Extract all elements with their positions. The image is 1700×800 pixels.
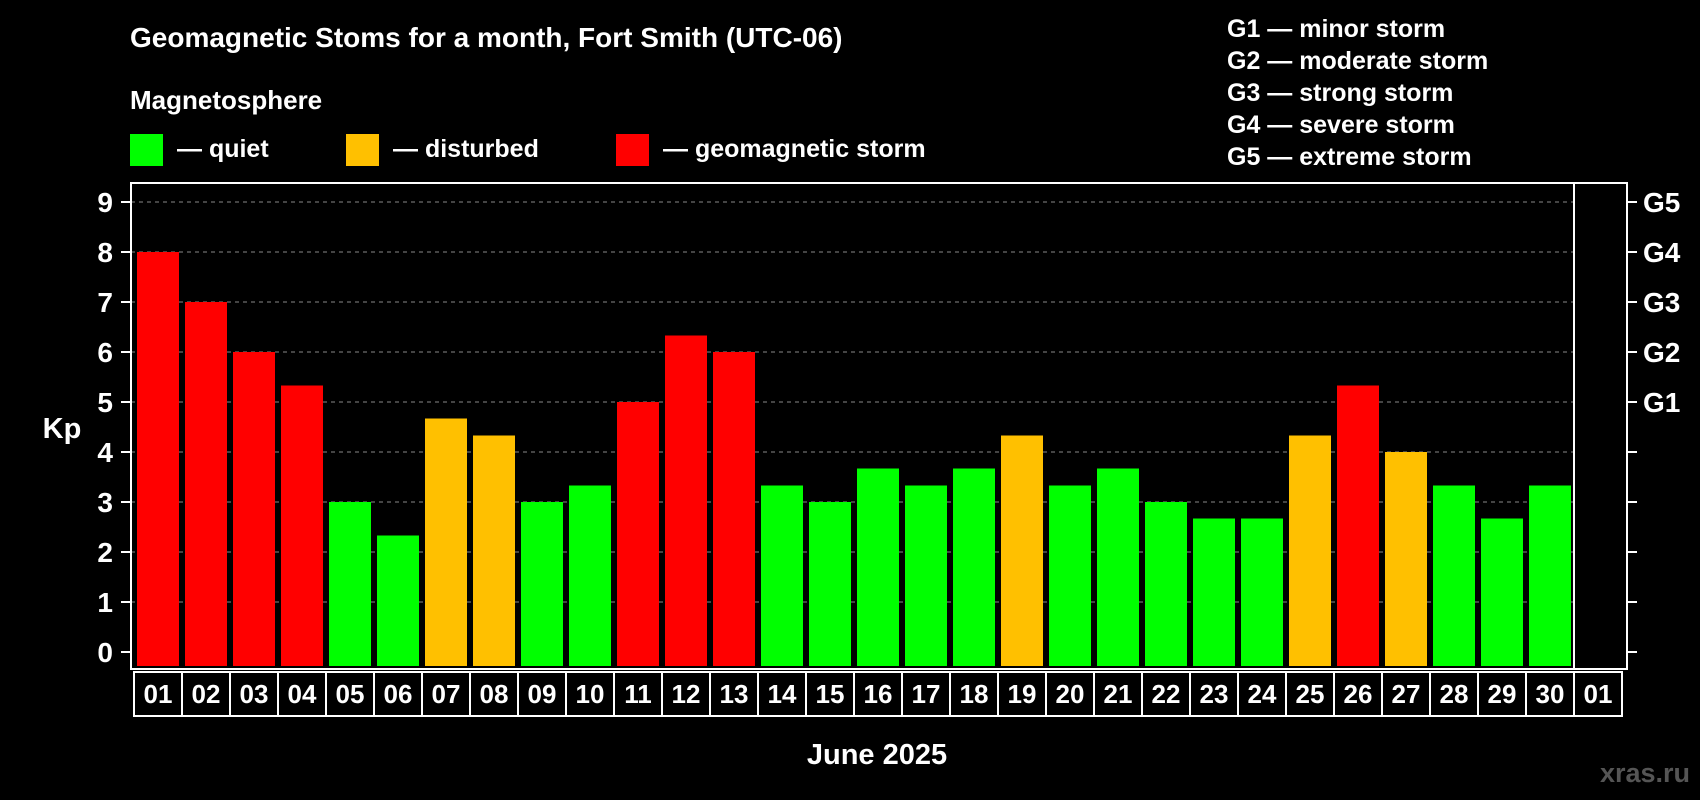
bar-quiet	[1193, 518, 1235, 666]
bar-disturbed	[425, 418, 467, 666]
bar-storm	[137, 252, 179, 666]
bar-storm	[233, 352, 275, 666]
x-tick-label: 03	[240, 679, 269, 709]
watermark: xras.ru	[1600, 758, 1690, 788]
x-tick-label: 27	[1392, 679, 1421, 709]
x-tick-label: 18	[960, 679, 989, 709]
x-axis: 01 02 03 04 05 06 07 08 09 10 11 12 13 14 15 16 17 18 19 20…	[133, 671, 1623, 717]
bar-disturbed	[473, 435, 515, 666]
right-axis-label: G3	[1643, 287, 1680, 318]
bar-storm	[617, 402, 659, 666]
bar-quiet	[1049, 485, 1091, 666]
y-tick-label: 0	[97, 637, 113, 668]
x-tick-label: 30	[1536, 679, 1565, 709]
bar-storm	[665, 335, 707, 666]
kp-chart: Geomagnetic Stoms for a month, Fort Smit…	[43, 15, 1690, 788]
x-tick-label: 01	[144, 679, 173, 709]
bar-quiet	[1097, 468, 1139, 666]
x-tick-label: 12	[672, 679, 701, 709]
x-tick-label: 02	[192, 679, 221, 709]
storm-scale-g1: G1 — minor storm	[1227, 15, 1445, 43]
bar-quiet	[761, 485, 803, 666]
x-tick-label: 26	[1344, 679, 1373, 709]
bar-storm	[713, 352, 755, 666]
x-tick-label: 25	[1296, 679, 1325, 709]
storm-scale-g5: G5 — extreme storm	[1227, 143, 1472, 171]
bar-quiet	[329, 502, 371, 666]
bar-disturbed	[1289, 435, 1331, 666]
bar-quiet	[905, 485, 947, 666]
y-tick-label: 6	[97, 337, 113, 368]
bar-quiet	[953, 468, 995, 666]
bar-storm	[185, 302, 227, 666]
x-tick-label: 28	[1440, 679, 1469, 709]
x-tick-label: 16	[864, 679, 893, 709]
x-tick-label: 22	[1152, 679, 1181, 709]
x-tick-label: 11	[624, 679, 652, 709]
legend: — quiet — disturbed — geomagnetic storm	[130, 134, 926, 166]
bars	[137, 252, 1571, 666]
x-tick-label: 29	[1488, 679, 1517, 709]
y-tick-label: 3	[97, 487, 113, 518]
bar-disturbed	[1001, 435, 1043, 666]
bar-quiet	[1481, 518, 1523, 666]
bar-quiet	[809, 502, 851, 666]
storm-scale-g3: G3 — strong storm	[1227, 79, 1453, 107]
bar-quiet	[377, 535, 419, 666]
bar-quiet	[1433, 485, 1475, 666]
y-tick-label: 2	[97, 537, 113, 568]
x-tick-label: 07	[432, 679, 461, 709]
right-axis-label: G4	[1643, 237, 1681, 268]
x-tick-label: 24	[1248, 679, 1277, 709]
bar-quiet	[1241, 518, 1283, 666]
chart-subtitle: Magnetosphere	[130, 85, 322, 115]
x-tick-label: 04	[288, 679, 317, 709]
x-tick-label: 05	[336, 679, 365, 709]
y-tick-label: 1	[97, 587, 113, 618]
legend-label-disturbed: — disturbed	[393, 135, 539, 163]
x-tick-label: 01	[1584, 679, 1613, 709]
y-tick-label: 7	[97, 287, 113, 318]
legend-swatch-disturbed	[346, 134, 379, 166]
x-tick-label: 06	[384, 679, 413, 709]
bar-storm	[1337, 385, 1379, 666]
x-tick-label: 09	[528, 679, 557, 709]
x-tick-label: 23	[1200, 679, 1229, 709]
legend-label-quiet: — quiet	[177, 135, 269, 163]
right-axis-label: G1	[1643, 387, 1680, 418]
x-tick-label: 21	[1104, 679, 1133, 709]
bar-disturbed	[1385, 452, 1427, 666]
right-axis: G1 G2 G3 G4 G5	[1627, 187, 1681, 653]
x-tick-label: 14	[768, 679, 797, 709]
chart-title: Geomagnetic Stoms for a month, Fort Smit…	[130, 22, 842, 53]
legend-label-storm: — geomagnetic storm	[663, 135, 926, 163]
storm-scale-g2: G2 — moderate storm	[1227, 47, 1488, 75]
bar-quiet	[1529, 485, 1571, 666]
legend-swatch-storm	[616, 134, 649, 166]
x-axis-label: June 2025	[807, 739, 947, 771]
y-axis: 0 1 2 3 4 5 6 7 8 9	[97, 187, 131, 668]
y-tick-label: 8	[97, 237, 113, 268]
x-tick-label: 20	[1056, 679, 1085, 709]
bar-quiet	[569, 485, 611, 666]
x-tick-label: 19	[1008, 679, 1037, 709]
bar-storm	[281, 385, 323, 666]
y-axis-label: Kp	[43, 413, 82, 445]
right-axis-label: G2	[1643, 337, 1680, 368]
x-tick-label: 15	[816, 679, 845, 709]
x-tick-label: 13	[720, 679, 749, 709]
y-tick-label: 9	[97, 187, 113, 218]
x-tick-label: 17	[912, 679, 941, 709]
bar-quiet	[1145, 502, 1187, 666]
y-tick-label: 4	[97, 437, 113, 468]
right-axis-label: G5	[1643, 187, 1680, 218]
y-tick-label: 5	[97, 387, 113, 418]
x-tick-label: 08	[480, 679, 509, 709]
bar-quiet	[857, 468, 899, 666]
storm-scale-g4: G4 — severe storm	[1227, 111, 1455, 139]
storm-scale-legend: G1 — minor storm G2 — moderate storm G3 …	[1227, 15, 1488, 171]
legend-swatch-quiet	[130, 134, 163, 166]
bar-quiet	[521, 502, 563, 666]
x-tick-label: 10	[576, 679, 605, 709]
